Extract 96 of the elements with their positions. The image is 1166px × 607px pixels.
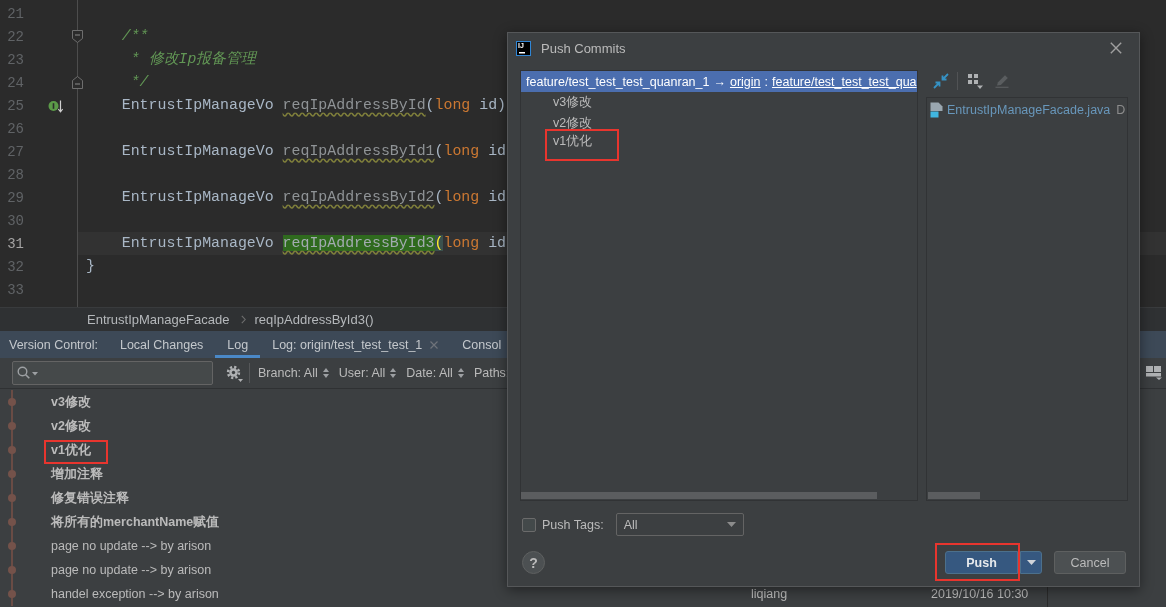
fold-icon[interactable]: [72, 76, 83, 89]
commit-message: v2修改: [51, 418, 91, 433]
grid-icon[interactable]: [968, 73, 983, 89]
commit-item[interactable]: v1优化: [545, 128, 620, 161]
scrollbar[interactable]: [928, 492, 980, 499]
help-button[interactable]: ?: [522, 551, 545, 574]
commit-message: page no update --> by arison: [51, 539, 212, 553]
search-field[interactable]: [12, 361, 213, 385]
colon-separator: :: [764, 74, 769, 89]
type-name: EntrustIpManageVo: [121, 235, 274, 251]
code-text: id: [488, 143, 507, 159]
checkbox[interactable]: [522, 517, 536, 532]
branch-link[interactable]: feature/test_test_test_qua: [772, 74, 917, 89]
commit-message: 修复错误注释: [51, 490, 129, 505]
updown-arrows-icon: [390, 368, 397, 378]
file-icon: [930, 102, 943, 118]
tab[interactable]: Consol: [450, 331, 502, 358]
method-name: reqIpAddressById1: [282, 143, 435, 159]
line-number: 23: [6, 51, 24, 68]
code-comment: */: [130, 74, 149, 90]
line-number: 30: [6, 212, 24, 229]
type-name: EntrustIpManageVo: [121, 97, 274, 113]
circle-down-arrow-icon[interactable]: [48, 98, 63, 113]
push-button[interactable]: Push: [945, 551, 1018, 574]
push-options-button[interactable]: [1020, 551, 1042, 574]
chevron-icon: [241, 315, 247, 324]
filter-dropdown[interactable]: Paths:: [473, 366, 510, 380]
commit-message: handel exception --> by arison: [51, 587, 219, 601]
keyword: long: [434, 97, 471, 113]
line-number: 27: [6, 143, 24, 160]
fold-icon[interactable]: [72, 30, 83, 43]
cancel-button[interactable]: Cancel: [1054, 551, 1126, 574]
updown-arrows-icon: [457, 368, 464, 378]
keyword: long: [443, 235, 480, 251]
commit-date: 2019/10/16 10:30: [931, 587, 1029, 601]
keyword: long: [443, 189, 480, 205]
file-name[interactable]: EntrustIpManageFacade.java: [947, 103, 1111, 117]
commit-message: page no update --> by arison: [51, 563, 212, 577]
layout-icon[interactable]: [1146, 366, 1162, 380]
line-number: 33: [6, 281, 24, 298]
parenthesis: (: [434, 143, 444, 159]
commit-message: v3修改: [51, 394, 91, 409]
type-name: EntrustIpManageVo: [121, 189, 274, 205]
line-number: 29: [6, 189, 24, 206]
keyword: long: [443, 143, 480, 159]
close-icon[interactable]: [1110, 42, 1122, 54]
commit-message: 将所有的merchantName赋值: [51, 514, 220, 529]
line-number: 21: [6, 5, 24, 22]
breadcrumb-item[interactable]: reqIpAddressById3(): [254, 312, 374, 327]
collapse-arrows-icon[interactable]: [933, 73, 949, 89]
code-comment: * 修改Ip报备管理: [130, 51, 257, 67]
tab[interactable]: Log: origin/test_test_test_1: [260, 331, 451, 358]
commit-message: 增加注释: [51, 466, 103, 481]
commit-message: v1优化: [44, 439, 108, 464]
line-number: 25: [6, 97, 24, 114]
code-comment: /**: [121, 28, 149, 44]
code-text: id: [488, 189, 507, 205]
method-name: reqIpAddressById3: [282, 235, 435, 251]
tree-row[interactable]: feature/test_test_test_quanran_1 → origin : feature/test_test_test_qua: [521, 71, 917, 92]
file-path: D: [1116, 103, 1126, 117]
dialog-title: Push Commits: [541, 40, 626, 56]
parenthesis: (: [425, 97, 435, 113]
filter-dropdown[interactable]: Date: All: [406, 366, 464, 380]
line-number: 31: [6, 235, 24, 252]
line-number: 22: [6, 28, 24, 45]
branch-name: feature/test_test_test_quanran_1: [526, 74, 710, 89]
method-name: reqIpAddressById2: [282, 189, 435, 205]
caret-icon: [726, 522, 736, 527]
tab[interactable]: Local Changes: [107, 331, 216, 358]
method-name: reqIpAddressById: [282, 97, 426, 113]
close-icon[interactable]: [430, 340, 439, 349]
tags-dropdown[interactable]: All: [615, 513, 744, 536]
parenthesis: (: [434, 235, 444, 251]
settings-icon[interactable]: [226, 364, 243, 382]
updown-arrows-icon: [322, 368, 329, 378]
checkbox-label: Push Tags:: [542, 517, 604, 532]
scrollbar[interactable]: [521, 492, 877, 499]
commit-item[interactable]: v3修改: [553, 94, 593, 111]
arrow-symbol: →: [713, 74, 726, 89]
type-name: EntrustIpManageVo: [121, 143, 274, 159]
code-text: id): [479, 97, 507, 113]
line-number: 24: [6, 74, 24, 91]
commit-author: liqiang: [751, 587, 788, 601]
filter-dropdown[interactable]: User: All: [338, 366, 397, 380]
code-text: id: [488, 235, 507, 251]
line-number: 28: [6, 166, 24, 183]
line-number: 32: [6, 258, 24, 275]
breadcrumb-item[interactable]: EntrustIpManageFacade: [87, 312, 230, 327]
caret-icon: [1026, 560, 1036, 565]
filter-dropdown[interactable]: Branch: All: [258, 366, 329, 380]
code-text: }: [86, 258, 95, 274]
line-number: 26: [6, 120, 24, 137]
search-icon: [17, 366, 39, 380]
parenthesis: (: [434, 189, 444, 205]
remote-link[interactable]: origin: [729, 74, 761, 89]
tool-window-title: Version Control:: [9, 336, 98, 354]
